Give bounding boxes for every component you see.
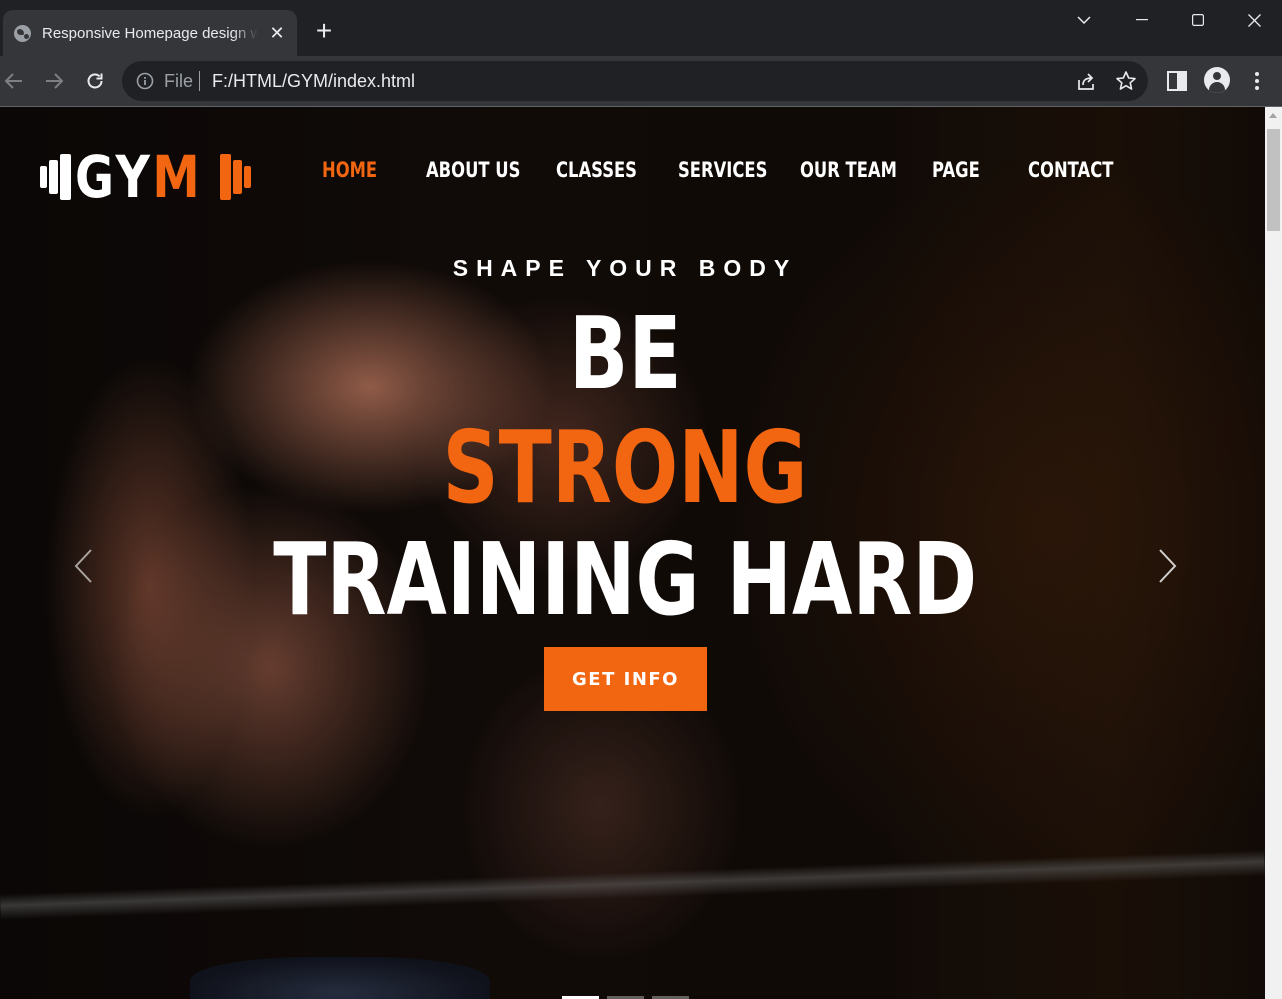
arrow-right-icon	[46, 73, 63, 89]
nav-item-our-team[interactable]: OUR TEAM	[800, 158, 897, 182]
nav-item-page[interactable]: PAGE	[932, 158, 980, 182]
minimize-button[interactable]	[1114, 0, 1170, 40]
dumbbell-icon	[40, 154, 71, 200]
back-button[interactable]	[0, 67, 28, 95]
chevron-right-icon	[1159, 549, 1177, 583]
site-logo[interactable]: GYM	[40, 143, 252, 211]
kebab-menu-icon[interactable]	[1252, 70, 1262, 92]
browser-tab[interactable]: Responsive Homepage design with ✕	[3, 10, 297, 56]
side-panel-icon[interactable]	[1166, 70, 1188, 92]
url-scheme-label: File	[164, 71, 194, 91]
chevron-down-icon	[1077, 16, 1091, 24]
forward-button[interactable]	[40, 67, 68, 95]
url-separator	[199, 71, 200, 91]
nav-item-services[interactable]: SERVICES	[678, 158, 767, 182]
url-text[interactable]: F:/HTML/GYM/index.html	[212, 71, 415, 92]
browser-toolbar: File F:/HTML/GYM/index.html	[0, 56, 1282, 106]
nav-item-classes[interactable]: CLASSES	[556, 158, 637, 182]
nav-item-home[interactable]: HOME	[322, 158, 377, 182]
close-icon	[1247, 13, 1261, 27]
hero-heading-line-3: TRAINING HARD	[273, 521, 977, 638]
minimize-icon	[1136, 19, 1148, 21]
address-bar[interactable]: File F:/HTML/GYM/index.html	[122, 61, 1148, 101]
page-scrollbar[interactable]	[1265, 107, 1282, 999]
nav-item-contact[interactable]: CONTACT	[1028, 158, 1113, 182]
close-window-button[interactable]	[1226, 0, 1282, 40]
slider-next-button[interactable]	[1158, 548, 1178, 584]
chevron-left-icon	[74, 549, 92, 583]
tab-title: Responsive Homepage design with	[42, 24, 258, 42]
reload-icon	[87, 73, 103, 89]
arrow-left-icon	[5, 73, 22, 89]
share-icon[interactable]	[1075, 71, 1097, 93]
tab-search-button[interactable]	[1056, 0, 1112, 40]
slider-prev-button[interactable]	[73, 548, 93, 584]
hero-heading-line-1: BE	[568, 295, 682, 412]
nav-item-about-us[interactable]: ABOUT US	[426, 158, 520, 182]
info-icon[interactable]	[136, 72, 154, 90]
logo-wordmark: GYM	[75, 143, 203, 211]
profile-icon[interactable]	[1204, 67, 1230, 93]
maximize-icon	[1192, 14, 1204, 26]
hero-subtitle: SHAPE YOUR BODY	[452, 255, 798, 281]
scroll-up-arrow-icon[interactable]	[1269, 113, 1277, 118]
new-tab-button[interactable]: +	[310, 17, 338, 45]
reload-button[interactable]	[81, 67, 109, 95]
page-viewport: GYM HOME ABOUT US CLASSES SERVICES OUR T…	[0, 107, 1265, 999]
get-info-button[interactable]: GET INFO	[544, 647, 707, 711]
maximize-button[interactable]	[1170, 0, 1226, 40]
dumbbell-icon	[220, 154, 252, 200]
browser-titlebar: Responsive Homepage design with ✕ +	[0, 0, 1282, 56]
tab-close-button[interactable]: ✕	[267, 23, 287, 43]
star-icon[interactable]	[1115, 70, 1137, 92]
globe-icon	[14, 24, 31, 42]
hero-heading-line-2: STRONG	[442, 409, 808, 526]
scrollbar-thumb[interactable]	[1267, 129, 1280, 231]
